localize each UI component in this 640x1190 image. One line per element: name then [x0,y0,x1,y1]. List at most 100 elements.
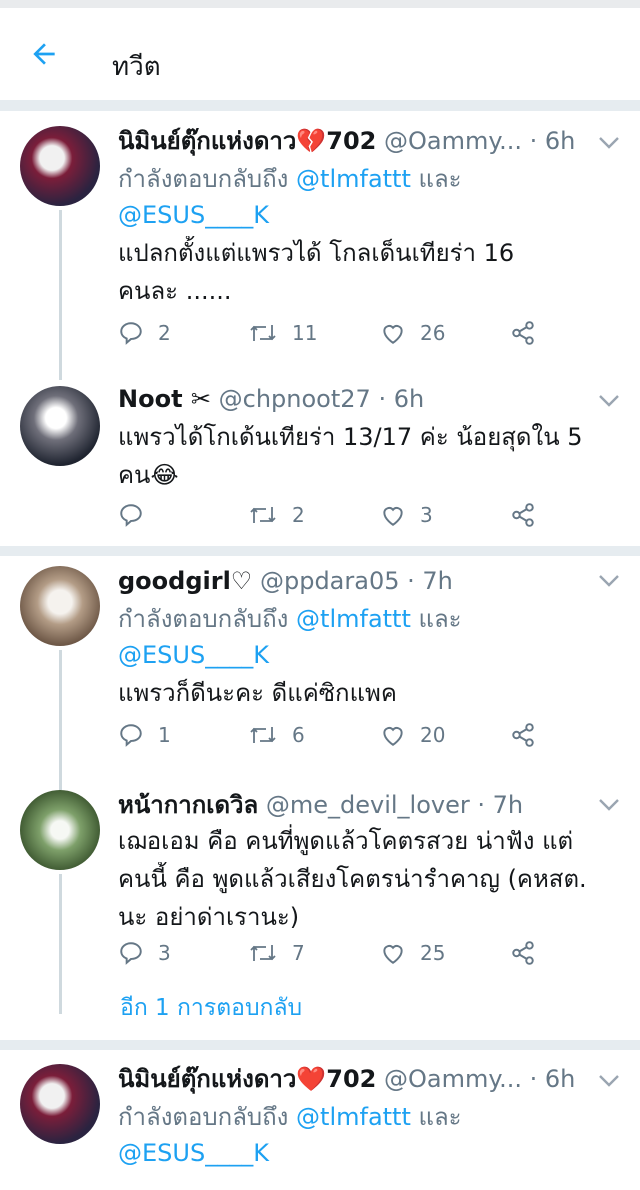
tweet-1[interactable]: Noot ✂ @chpnoot27 · 6h แพรวได้โกเด้นเทีย… [0,378,640,544]
status-strip [0,0,640,8]
like-button[interactable]: 26 [380,320,445,346]
avatar[interactable] [20,790,100,870]
retweet-button[interactable]: 7 [248,940,305,966]
chevron-down-icon[interactable] [598,1074,620,1088]
mention-tlmfattt[interactable]: @tlmfattt [296,165,411,193]
chevron-down-icon[interactable] [598,394,620,408]
display-name[interactable]: นิมินย์ตุ๊กแห่งดาว💔702 [118,127,376,155]
action-bar: 2 3 [118,502,580,538]
tweet-text-line: เฌอเอม คือ คนที่พูดแล้วโคตรสวย น่าฟัง แต… [118,827,574,855]
tweet-3[interactable]: หน้ากากเดวิล @me_devil_lover · 7h เฌอเอม… [0,784,640,1034]
handle[interactable]: @Oammy... [384,127,522,155]
tweet-text-line: นะ อย่าด่าเรานะ) [118,903,300,931]
show-more-replies-link[interactable]: อีก 1 การตอบกลับ [120,990,302,1026]
tweet-4[interactable]: นิมินย์ตุ๊กแห่งดาว❤️702 @Oammy... · 6h ก… [0,1054,640,1190]
timestamp[interactable]: · 6h [530,127,576,155]
like-count: 20 [420,723,446,747]
reply-button[interactable]: 3 [118,940,171,966]
retweet-count: 11 [292,321,318,345]
reply-button[interactable]: 1 [118,722,171,748]
tweet-2[interactable]: goodgirl♡ @ppdara05 · 7h กำลังตอบกลับถึง… [0,560,640,790]
mention-esus[interactable]: @ESUS____K [118,198,596,232]
reply-count: 1 [158,723,171,747]
retweet-count: 6 [292,723,305,747]
timestamp[interactable]: · 6h [530,1065,576,1093]
chevron-down-icon[interactable] [598,136,620,150]
share-button[interactable] [510,502,550,528]
like-count: 3 [420,503,433,527]
heart-icon [383,727,403,746]
retweet-icon [250,727,276,743]
tweet-text-line: คนนี้ คือ พูดแล้วเสียงโคตรน่ารำคาญ (คหสต… [118,865,587,893]
reply-icon [120,322,142,345]
reply-and: และ [410,1103,462,1131]
reply-and: และ [410,165,462,193]
retweet-icon [250,945,276,961]
timestamp[interactable]: · 7h [407,567,453,595]
display-name[interactable]: goodgirl♡ [118,567,252,595]
display-name[interactable]: Noot ✂ [118,385,211,413]
share-icon [512,503,534,527]
reply-button[interactable]: 2 [118,320,171,346]
avatar[interactable] [20,126,100,206]
avatar[interactable] [20,1064,100,1144]
handle[interactable]: @ppdara05 [260,567,400,595]
top-bar: ทวีต [0,8,640,101]
action-bar: 3 7 25 [118,940,580,976]
avatar[interactable] [20,386,100,466]
mention-tlmfattt[interactable]: @tlmfattt [296,1103,411,1131]
share-icon [512,321,534,345]
tweet-text-line: แพรวก็ดีนะคะ ดีแค่ซิกแพค [118,679,397,707]
timestamp[interactable]: · 7h [477,791,523,819]
thread-line [59,650,62,790]
thread-divider [0,1040,640,1050]
reply-prefix: กำลังตอบกลับถึง [118,165,289,193]
share-button[interactable] [510,320,550,346]
tweet-text-line: แปลกตั้งแต่แพรวได้ โกลเด็นเทียร่า 16 [118,239,515,267]
like-button[interactable]: 25 [380,940,445,966]
reply-prefix: กำลังตอบกลับถึง [118,605,289,633]
reply-count: 2 [158,321,171,345]
share-button[interactable] [510,722,550,748]
retweet-button[interactable]: 11 [248,320,317,346]
like-button[interactable]: 3 [380,502,433,528]
like-count: 25 [420,941,446,965]
reply-and: และ [410,605,462,633]
mention-esus[interactable]: @ESUS____K [118,1136,596,1170]
tweet-text-line: แพรวได้โกเด้นเทียร่า 13/17 ค่ะ น้อยสุดใน… [118,423,583,451]
thread-line [59,874,62,1014]
reply-icon [120,724,142,747]
action-bar: 1 6 20 [118,722,580,758]
retweet-icon [250,325,276,341]
handle[interactable]: @chpnoot27 [219,385,371,413]
timestamp[interactable]: · 6h [378,385,424,413]
chevron-down-icon[interactable] [598,574,620,588]
display-name[interactable]: หน้ากากเดวิล [118,791,258,819]
retweet-button[interactable]: 6 [248,722,305,748]
heart-icon [383,325,403,344]
share-icon [512,723,534,747]
avatar[interactable] [20,566,100,646]
display-name[interactable]: นิมินย์ตุ๊กแห่งดาว❤️702 [118,1065,376,1093]
reply-button[interactable] [118,502,158,528]
like-button[interactable]: 20 [380,722,445,748]
chevron-down-icon[interactable] [598,798,620,812]
heart-icon [383,507,403,526]
heart-icon [383,945,403,964]
mention-tlmfattt[interactable]: @tlmfattt [296,605,411,633]
retweet-count: 2 [292,503,305,527]
mention-esus[interactable]: @ESUS____K [118,638,596,672]
retweet-button[interactable]: 2 [248,502,305,528]
share-button[interactable] [510,940,550,966]
handle[interactable]: @Oammy... [384,1065,522,1093]
retweet-icon [250,507,276,523]
reply-icon [120,504,142,527]
like-count: 26 [420,321,446,345]
tweet-text-line: คน😂 [118,461,179,489]
tweet-0[interactable]: นิมินย์ตุ๊กแห่งดาว💔702 @Oammy... · 6h กำ… [0,110,640,380]
handle[interactable]: @me_devil_lover [266,791,470,819]
page-title: ทวีต [112,52,161,82]
arrow-left-icon[interactable] [28,38,60,70]
reply-icon [120,942,142,965]
tweet-text-line: คนละ ...... [118,277,232,305]
